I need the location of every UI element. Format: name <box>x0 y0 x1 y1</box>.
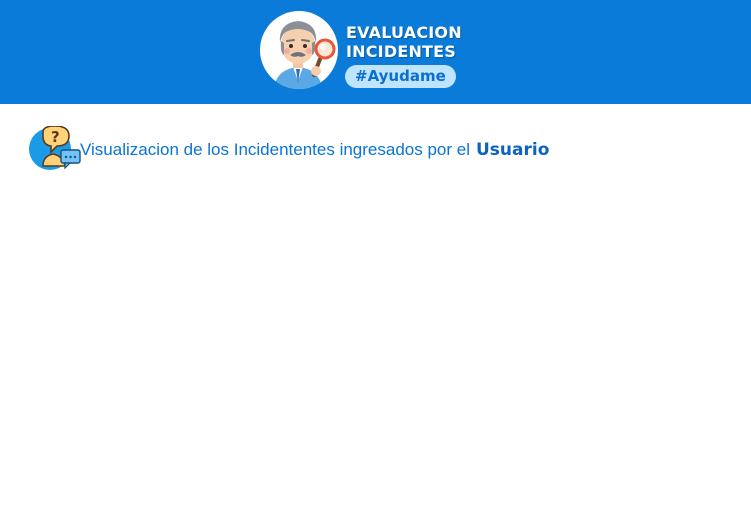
question-chat-icon: ? <box>29 125 81 172</box>
app-header: EVALUACION INCIDENTES #Ayudame <box>0 0 751 104</box>
section-heading: ? Visualizacion de los Incidententes ing… <box>29 125 550 172</box>
brand-title-line-1: EVALUACION <box>346 23 462 42</box>
inspector-magnifier-icon <box>260 11 338 89</box>
brand-title-line-2: INCIDENTES <box>346 42 457 61</box>
brand-logo[interactable]: EVALUACION INCIDENTES #Ayudame <box>260 9 490 91</box>
brand-title: EVALUACION INCIDENTES <box>346 23 462 61</box>
svg-text:?: ? <box>51 128 60 146</box>
section-heading-user: Usuario <box>476 140 550 160</box>
section-heading-text: Visualizacion de los Incidententes ingre… <box>80 139 470 159</box>
hashtag-badge: #Ayudame <box>345 65 456 88</box>
